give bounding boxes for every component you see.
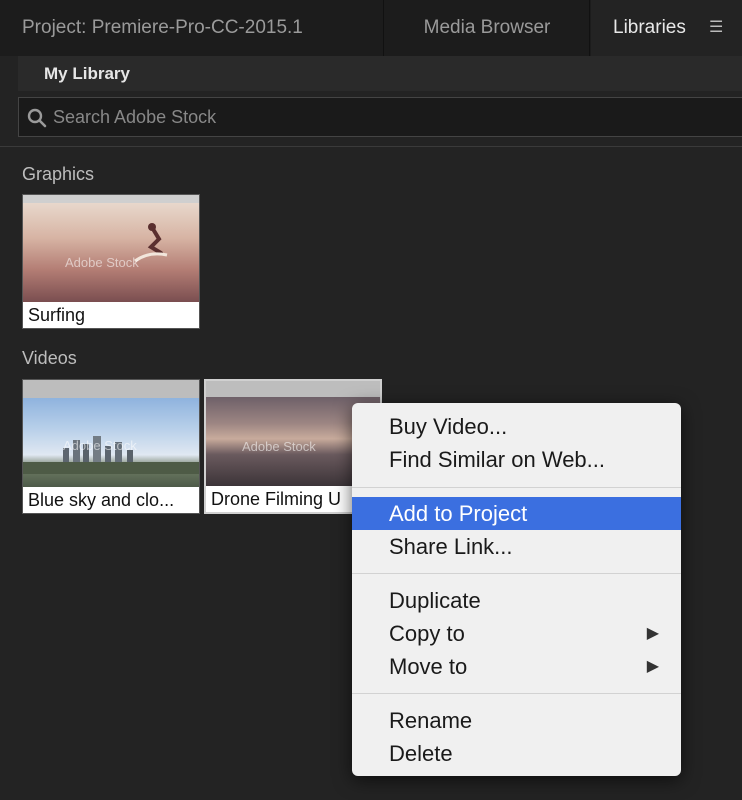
submenu-arrow-icon: ▶	[646, 625, 659, 642]
tab-libraries-label: Libraries	[613, 17, 686, 38]
tab-media-browser[interactable]: Media Browser	[385, 0, 590, 56]
menu-item-rename[interactable]: Rename	[352, 704, 681, 737]
menu-item-find-similar[interactable]: Find Similar on Web...	[352, 443, 681, 476]
search-input[interactable]	[53, 98, 713, 136]
library-item-caption: Surfing	[23, 302, 199, 328]
tab-project[interactable]: Project: Premiere-Pro-CC-2015.1	[0, 0, 384, 56]
library-item-caption: Blue sky and clo...	[23, 487, 199, 513]
menu-item-duplicate[interactable]: Duplicate	[352, 584, 681, 617]
blue-sky-thumbnail: Adobe Stock	[23, 380, 199, 487]
menu-item-delete[interactable]: Delete	[352, 737, 681, 770]
thumbnail-watermark: Adobe Stock	[242, 439, 316, 454]
library-item-blue-sky[interactable]: Adobe Stock Blue sky and clo...	[22, 379, 200, 514]
search-icon	[27, 108, 47, 128]
menu-item-copy-to[interactable]: Copy to ▶	[352, 617, 681, 650]
divider	[0, 146, 742, 147]
library-item-surfing[interactable]: Adobe Stock Surfing	[22, 194, 200, 329]
menu-item-move-to-label: Move to	[389, 654, 468, 679]
menu-item-share-link[interactable]: Share Link...	[352, 530, 681, 563]
panel-menu-icon[interactable]: ☰	[709, 0, 723, 56]
menu-item-add-to-project[interactable]: Add to Project	[352, 497, 681, 530]
section-heading-videos: Videos	[22, 348, 77, 368]
search-bar	[18, 97, 742, 137]
menu-item-buy-video[interactable]: Buy Video...	[352, 410, 681, 443]
menu-item-copy-to-label: Copy to	[389, 621, 465, 646]
panel-tab-bar: Project: Premiere-Pro-CC-2015.1 Media Br…	[0, 0, 742, 56]
thumbnail-watermark: Adobe Stock	[65, 255, 139, 270]
thumbnail-watermark: Adobe Stock	[63, 438, 137, 453]
surfing-thumbnail: Adobe Stock	[23, 195, 199, 302]
library-selector[interactable]: My Library	[18, 56, 742, 91]
menu-separator	[352, 693, 681, 694]
context-menu: Buy Video... Find Similar on Web... Add …	[352, 403, 681, 776]
library-selector-label: My Library	[44, 64, 130, 83]
tab-libraries[interactable]: Libraries ☰	[591, 0, 742, 56]
menu-separator	[352, 487, 681, 488]
section-heading-graphics: Graphics	[22, 164, 95, 184]
surfer-figure	[134, 223, 168, 263]
menu-separator	[352, 573, 681, 574]
menu-item-move-to[interactable]: Move to ▶	[352, 650, 681, 683]
submenu-arrow-icon: ▶	[646, 658, 659, 675]
